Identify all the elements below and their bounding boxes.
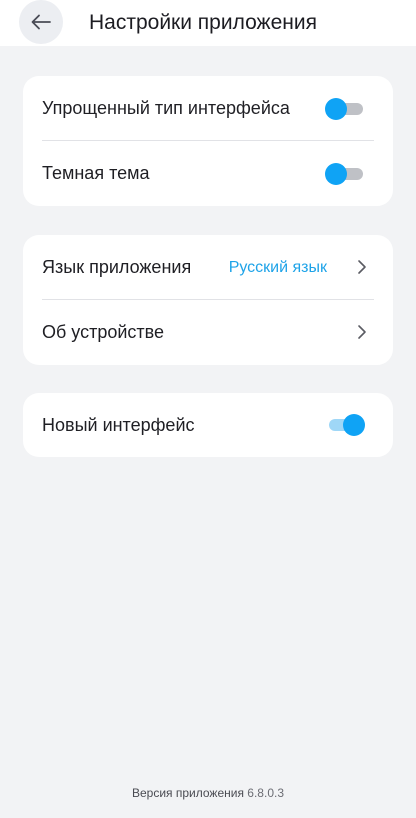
setting-row-about-device[interactable]: Об устройстве <box>23 300 393 365</box>
toggle-knob <box>343 414 365 436</box>
dark-theme-toggle[interactable] <box>325 163 363 185</box>
setting-row-app-language[interactable]: Язык приложения Русский язык <box>23 235 393 300</box>
toggle-knob <box>325 98 347 120</box>
setting-label: Язык приложения <box>42 257 192 277</box>
setting-label: Новый интерфейс <box>42 415 195 435</box>
toggle-knob <box>325 163 347 185</box>
new-interface-toggle[interactable] <box>327 414 365 436</box>
top-app-bar: Настройки приложения <box>0 0 416 46</box>
settings-card-display: Упрощенный тип интерфейса Темная тема <box>23 76 393 206</box>
version-number: 6.8.0.3 <box>247 786 284 800</box>
page-title: Настройки приложения <box>89 11 317 34</box>
app-version: Версия приложения 6.8.0.3 <box>0 786 416 800</box>
settings-card-info: Язык приложения Русский язык Об устройст… <box>23 235 393 365</box>
version-label: Версия приложения <box>131 786 244 800</box>
setting-row-new-interface[interactable]: Новый интерфейс <box>23 393 393 457</box>
setting-row-simplified-interface[interactable]: Упрощенный тип интерфейса <box>23 76 393 141</box>
setting-label: Упрощенный тип интерфейса <box>42 98 290 118</box>
setting-row-dark-theme[interactable]: Темная тема <box>23 141 393 206</box>
setting-label: Об устройстве <box>42 322 165 342</box>
chevron-right-icon <box>358 260 366 274</box>
setting-label: Темная тема <box>42 163 150 183</box>
settings-card-new-interface: Новый интерфейс <box>23 393 393 457</box>
simplified-interface-toggle[interactable] <box>325 98 363 120</box>
chevron-right-icon <box>358 325 366 339</box>
arrow-left-icon <box>31 14 51 30</box>
back-button[interactable] <box>19 0 63 44</box>
app-language-value: Русский язык <box>228 259 327 276</box>
